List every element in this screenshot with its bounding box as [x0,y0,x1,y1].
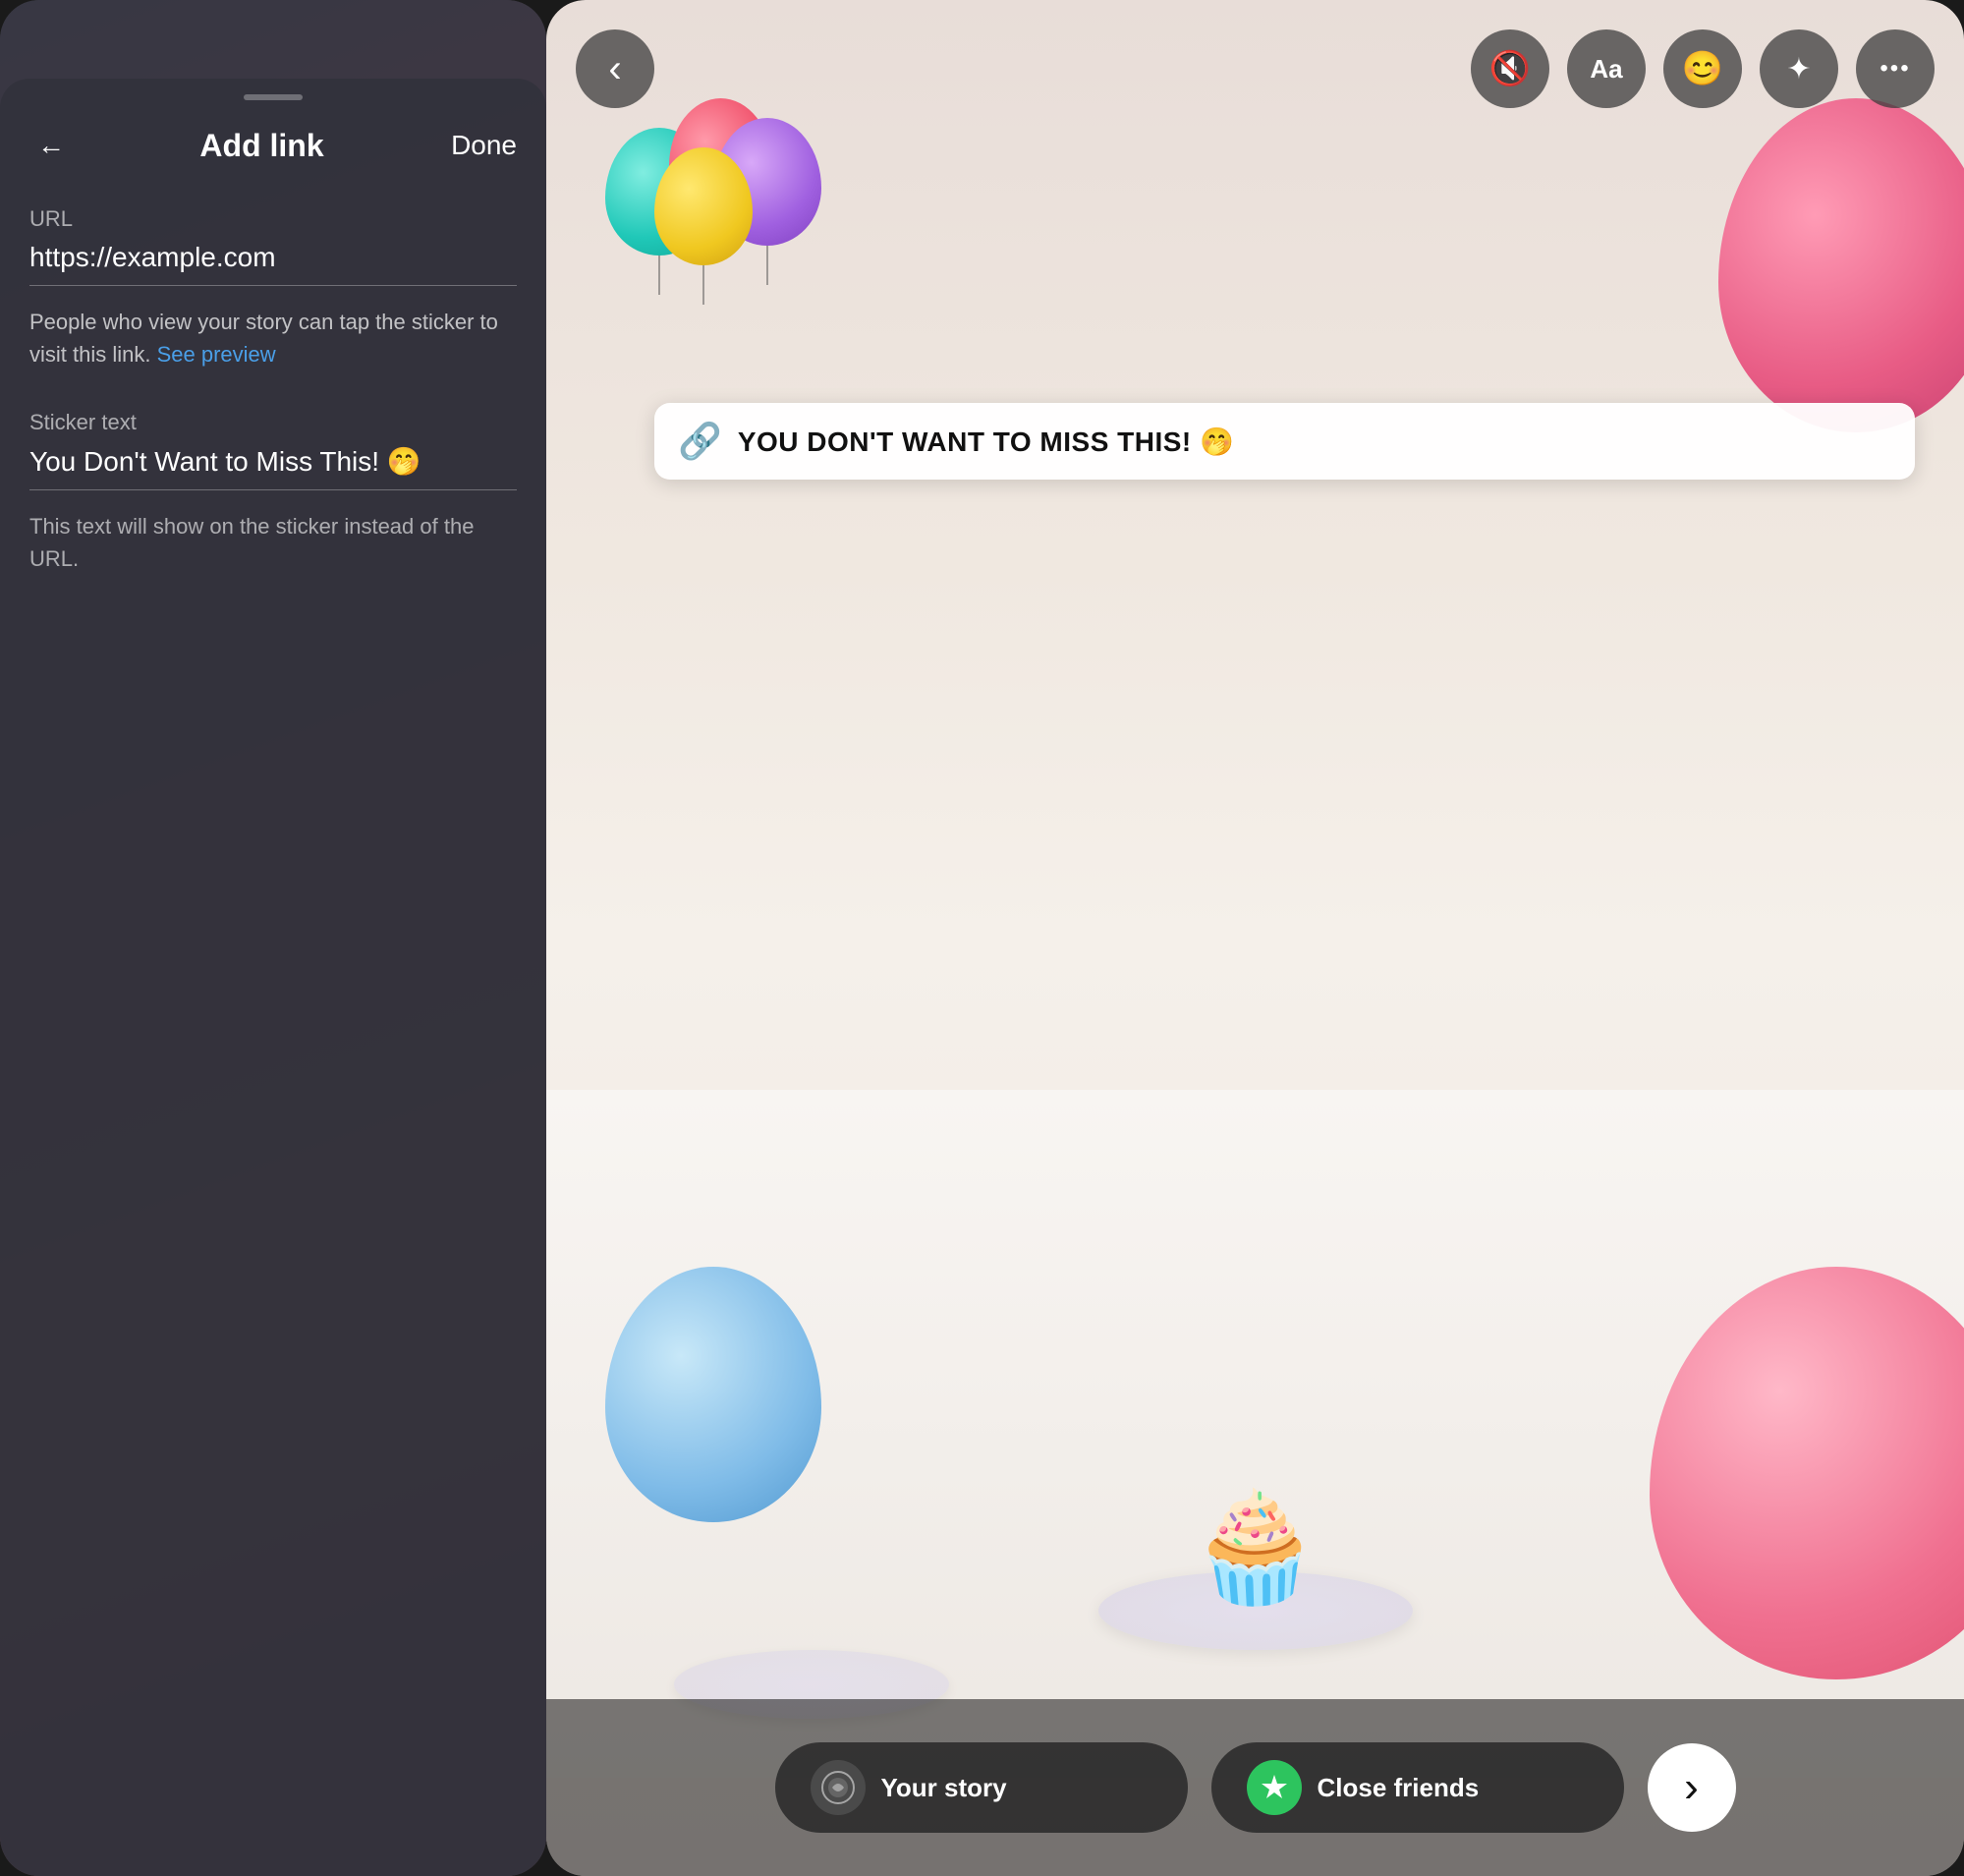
your-story-label: Your story [881,1773,1007,1803]
sound-toggle-button[interactable]: 🔇 [1471,29,1549,108]
back-arrow-icon: ← [37,130,65,161]
left-panel: ← Add link Done URL https://example.com … [0,0,546,1876]
story-background: 🧁 🔗 YOU DON'T WANT TO MISS THIS! 🤭 [546,0,1964,1876]
sticker-text-label: Sticker text [29,410,517,435]
url-field: URL https://example.com [29,206,517,286]
text-icon: Aa [1590,54,1622,85]
story-toolbar: ‹ 🔇 Aa 😊 ✦ ••• [546,29,1964,108]
next-chevron-icon: › [1684,1766,1699,1809]
add-link-sheet: ← Add link Done URL https://example.com … [0,79,546,1876]
url-label: URL [29,206,517,232]
link-sticker-icon: 🔗 [678,421,722,462]
sticker-text-value[interactable]: You Don't Want to Miss This! 🤭 [29,445,517,490]
close-friends-icon [1247,1760,1302,1815]
sticker-hint-text: This text will show on the sticker inste… [29,510,517,575]
more-icon: ••• [1880,55,1910,83]
sound-icon: 🔇 [1489,49,1531,88]
close-friends-button[interactable]: Close friends [1211,1742,1624,1833]
close-friends-label: Close friends [1318,1773,1480,1803]
effects-tool-button[interactable]: ✦ [1760,29,1838,108]
balloon-cluster [605,98,821,354]
your-story-button[interactable]: Your story [775,1742,1188,1833]
text-tool-button[interactable]: Aa [1567,29,1646,108]
balloon-pink-top-right [1718,98,1964,432]
sticker-icon: 😊 [1682,49,1723,88]
url-description: People who view your story can tap the s… [29,306,517,370]
story-bottom-bar: Your story Close friends › [546,1699,1964,1876]
sticker-text-field: Sticker text You Don't Want to Miss This… [29,410,517,490]
more-options-button[interactable]: ••• [1856,29,1935,108]
link-sticker[interactable]: 🔗 YOU DON'T WANT TO MISS THIS! 🤭 [654,403,1915,480]
done-button[interactable]: Done [451,130,517,161]
cupcake-decoration: 🧁 [1188,1484,1322,1611]
next-button[interactable]: › [1648,1743,1736,1832]
back-chevron-icon: ‹ [608,47,621,91]
sheet-handle [244,94,303,100]
sheet-title: Add link [199,128,323,164]
toolbar-right-actions: 🔇 Aa 😊 ✦ ••• [1471,29,1935,108]
back-button[interactable]: ← [29,124,73,167]
your-story-icon [811,1760,866,1815]
see-preview-link[interactable]: See preview [157,342,276,367]
right-panel: 🧁 🔗 YOU DON'T WANT TO MISS THIS! 🤭 ‹ 🔇 A… [546,0,1964,1876]
link-sticker-text: YOU DON'T WANT TO MISS THIS! 🤭 [738,426,1235,458]
url-value[interactable]: https://example.com [29,242,517,286]
effects-icon: ✦ [1786,52,1811,86]
sheet-header: ← Add link Done [29,124,517,167]
back-button-story[interactable]: ‹ [576,29,654,108]
sticker-tool-button[interactable]: 😊 [1663,29,1742,108]
